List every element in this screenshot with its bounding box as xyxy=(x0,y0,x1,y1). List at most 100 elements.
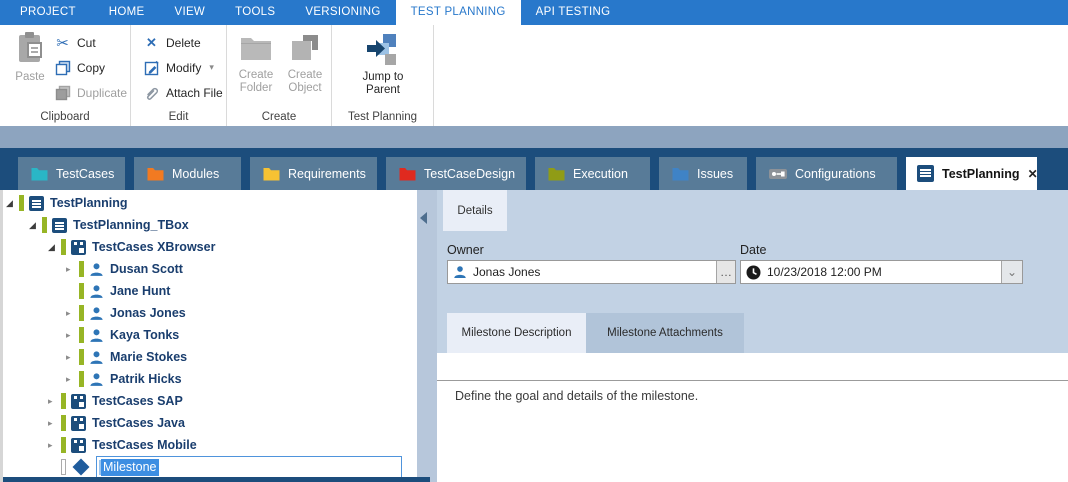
menu-view[interactable]: VIEW xyxy=(159,0,220,25)
tree-item-jane-hunt[interactable]: Jane Hunt xyxy=(3,280,417,302)
folder-icon xyxy=(548,167,565,181)
date-dropdown-button[interactable]: ⌄ xyxy=(1001,261,1022,283)
menu-tools[interactable]: TOOLS xyxy=(220,0,290,25)
tab-milestone-description[interactable]: Milestone Description xyxy=(447,313,586,353)
date-label: Date xyxy=(740,243,766,257)
tab-execution[interactable]: Execution xyxy=(535,157,650,190)
tree-item-testplanning[interactable]: ◢ TestPlanning xyxy=(3,192,417,214)
copy-button[interactable]: Copy xyxy=(54,55,127,80)
tab-modules[interactable]: Modules xyxy=(134,157,241,190)
tree-item-testcases-mobile[interactable]: ▸ TestCases Mobile xyxy=(3,434,417,456)
description-hint-text: Define the goal and details of the miles… xyxy=(455,389,698,403)
menu-project[interactable]: PROJECT xyxy=(2,0,94,25)
close-tab-icon[interactable]: ✕ xyxy=(1028,167,1038,181)
tab-details[interactable]: Details xyxy=(443,190,507,231)
modify-label: Modify xyxy=(166,61,201,75)
owner-browse-button[interactable]: … xyxy=(716,261,735,283)
expander-expanded-icon[interactable]: ◢ xyxy=(6,199,19,208)
expander-collapsed-icon[interactable]: ▸ xyxy=(66,309,79,318)
expander-collapsed-icon[interactable]: ▸ xyxy=(66,331,79,340)
duplicate-button[interactable]: Duplicate xyxy=(54,80,127,105)
tree-item-testcases-xbrowser[interactable]: ◢ TestCases XBrowser xyxy=(3,236,417,258)
green-status-bar xyxy=(79,327,84,343)
attach-file-label: Attach File xyxy=(166,86,223,100)
expander-expanded-icon[interactable]: ◢ xyxy=(29,221,42,230)
expander-collapsed-icon[interactable]: ▸ xyxy=(66,375,79,384)
menubar: PROJECT HOME VIEW TOOLS VERSIONING TEST … xyxy=(0,0,1068,25)
expander-collapsed-icon[interactable]: ▸ xyxy=(48,441,61,450)
jump-to-parent-icon xyxy=(366,31,400,67)
delete-x-icon: ✕ xyxy=(143,35,160,51)
owner-field[interactable]: Jonas Jones … xyxy=(447,260,736,284)
expander-collapsed-icon[interactable]: ▸ xyxy=(48,419,61,428)
tree-item-dusan-scott[interactable]: ▸ Dusan Scott xyxy=(3,258,417,280)
tree-item-label: TestCases Java xyxy=(92,416,185,430)
tree-item-milestone-editing[interactable]: Milestone xyxy=(3,456,417,477)
tree-item-kaya-tonks[interactable]: ▸ Kaya Tonks xyxy=(3,324,417,346)
tree-item-testcases-sap[interactable]: ▸ TestCases SAP xyxy=(3,390,417,412)
create-object-button[interactable]: Create Object xyxy=(282,31,328,95)
tree-item-testplanning-tbox[interactable]: ◢ TestPlanning_TBox xyxy=(3,214,417,236)
tree-item-label: Kaya Tonks xyxy=(110,328,179,342)
expander-collapsed-icon[interactable]: ▸ xyxy=(66,353,79,362)
list-icon xyxy=(29,196,44,211)
tree-item-patrik-hicks[interactable]: ▸ Patrik Hicks xyxy=(3,368,417,390)
green-status-bar xyxy=(61,239,66,255)
tree-item-jonas-jones[interactable]: ▸ Jonas Jones xyxy=(3,302,417,324)
tab-testcases[interactable]: TestCases xyxy=(18,157,125,190)
modify-button[interactable]: Modify ▾ xyxy=(143,55,223,80)
ribbon: Paste ✂ Cut Copy xyxy=(0,25,1068,126)
expander-collapsed-icon[interactable]: ▸ xyxy=(48,397,61,406)
attach-file-button[interactable]: Attach File xyxy=(143,80,223,105)
details-panel: Details Owner Jonas Jones … Date 10/23/2… xyxy=(437,190,1068,482)
green-status-bar xyxy=(61,415,66,431)
modify-dropdown-caret-icon[interactable]: ▾ xyxy=(209,62,214,73)
main-area: ◢ TestPlanning ◢ TestPlanning_TBox ◢ Tes… xyxy=(0,190,1068,482)
tree-item-marie-stokes[interactable]: ▸ Marie Stokes xyxy=(3,346,417,368)
menu-home[interactable]: HOME xyxy=(94,0,160,25)
tab-issues[interactable]: Issues xyxy=(659,157,747,190)
ribbon-group-clipboard: Paste ✂ Cut Copy xyxy=(0,25,131,126)
collapse-left-icon[interactable] xyxy=(420,212,427,224)
empty-status-bar xyxy=(61,459,66,475)
calendar-icon xyxy=(71,438,86,453)
menu-versioning[interactable]: VERSIONING xyxy=(290,0,395,25)
date-field[interactable]: 10/23/2018 12:00 PM ⌄ xyxy=(740,260,1023,284)
tab-testcasedesign[interactable]: TestCaseDesign xyxy=(386,157,526,190)
green-status-bar xyxy=(61,393,66,409)
tree-item-label: TestPlanning_TBox xyxy=(73,218,189,232)
tab-requirements[interactable]: Requirements xyxy=(250,157,377,190)
tab-configurations[interactable]: Configurations xyxy=(756,157,897,190)
edit-group-label: Edit xyxy=(131,111,226,123)
tree-item-testcases-java[interactable]: ▸ TestCases Java xyxy=(3,412,417,434)
testplanning-tree: ◢ TestPlanning ◢ TestPlanning_TBox ◢ Tes… xyxy=(3,190,417,477)
delete-button[interactable]: ✕ Delete xyxy=(143,30,223,55)
person-icon xyxy=(89,372,104,387)
tab-milestone-attachments[interactable]: Milestone Attachments xyxy=(586,313,744,353)
green-status-bar xyxy=(61,437,66,453)
cut-button[interactable]: ✂ Cut xyxy=(54,30,127,55)
create-folder-button[interactable]: Create Folder xyxy=(233,31,279,95)
menu-test-planning[interactable]: TEST PLANNING xyxy=(396,0,521,25)
configurations-icon xyxy=(769,168,787,180)
copy-label: Copy xyxy=(77,61,105,75)
green-status-bar xyxy=(79,305,84,321)
expander-collapsed-icon[interactable]: ▸ xyxy=(66,265,79,274)
panel-splitter[interactable] xyxy=(417,190,437,482)
person-icon xyxy=(89,262,104,277)
tree-item-label: Marie Stokes xyxy=(110,350,187,364)
paste-button[interactable]: Paste xyxy=(8,31,52,84)
milestone-description-editor[interactable]: Define the goal and details of the miles… xyxy=(437,353,1068,482)
folder-icon xyxy=(672,167,689,181)
paperclip-icon xyxy=(143,85,160,101)
tree-item-label: TestCases Mobile xyxy=(92,438,197,452)
tab-label: TestCaseDesign xyxy=(424,167,515,181)
expander-expanded-icon[interactable]: ◢ xyxy=(48,243,61,252)
create-object-label: Create Object xyxy=(282,69,328,95)
person-icon xyxy=(89,284,104,299)
jump-to-parent-button[interactable]: Jump to Parent xyxy=(347,31,419,97)
tab-testplanning[interactable]: TestPlanning ✕ xyxy=(906,157,1037,190)
menu-api-testing[interactable]: API TESTING xyxy=(521,0,626,25)
milestone-name-input[interactable]: Milestone xyxy=(96,456,402,477)
tab-label: Modules xyxy=(172,167,219,181)
